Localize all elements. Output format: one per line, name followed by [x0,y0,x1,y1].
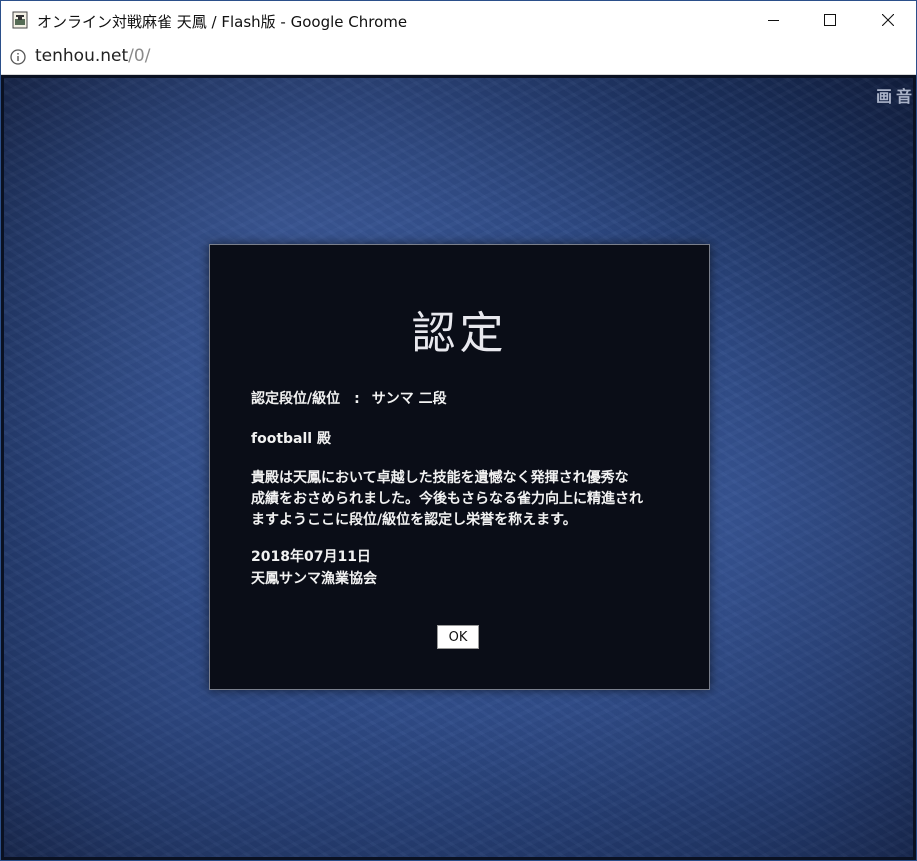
message-line: 成績をおさめられました。今後もさらなる雀力向上に精進され [251,491,643,507]
tenhou-app-icon [12,11,28,29]
info-icon[interactable] [10,49,26,65]
certification-date: 2018年07月11日 [251,549,371,565]
minimize-button[interactable] [746,1,802,39]
close-icon [881,11,895,30]
rank-line: 認定段位/級位: サンマ 二段 [251,388,447,408]
message-line: 貴殿は天鳳において卓越した技能を遺憾なく発揮され優秀な [251,470,629,486]
recipient-name: football 殿 [251,431,331,447]
url-text[interactable]: tenhou.net/0/ [35,46,150,66]
url-host: tenhou.net [35,46,129,66]
address-bar[interactable]: tenhou.net/0/ [1,39,916,75]
browser-window: オンライン対戦麻雀 天鳳 / Flash版 - Google Chrome te… [0,0,917,861]
minimize-icon [768,11,780,30]
top-controls: 画 音 [876,83,912,107]
organization-name: 天鳳サンマ漁業協会 [251,571,377,587]
ok-button[interactable]: OK [437,625,479,649]
url-path: /0/ [128,46,151,66]
close-button[interactable] [860,1,916,39]
sound-toggle[interactable]: 音 [896,83,912,107]
dialog-title: 認定 [411,308,508,359]
maximize-icon [824,11,836,30]
rank-value: サンマ 二段 [371,391,447,407]
game-canvas: 画 音 認定 認定段位/級位: サンマ 二段 football 殿 貴殿は天鳳にお… [1,75,916,860]
rank-separator: : [354,391,360,407]
certification-dialog: 認定 認定段位/級位: サンマ 二段 football 殿 貴殿は天鳳において卓越… [209,244,710,690]
maximize-button[interactable] [802,1,858,39]
window-title: オンライン対戦麻雀 天鳳 / Flash版 - Google Chrome [37,13,408,31]
rank-label: 認定段位/級位 [251,391,341,407]
message-line: ますようここに段位/級位を認定し栄誉を称えます。 [251,512,577,528]
graphics-toggle[interactable]: 画 [876,83,892,107]
title-bar: オンライン対戦麻雀 天鳳 / Flash版 - Google Chrome [1,1,916,39]
